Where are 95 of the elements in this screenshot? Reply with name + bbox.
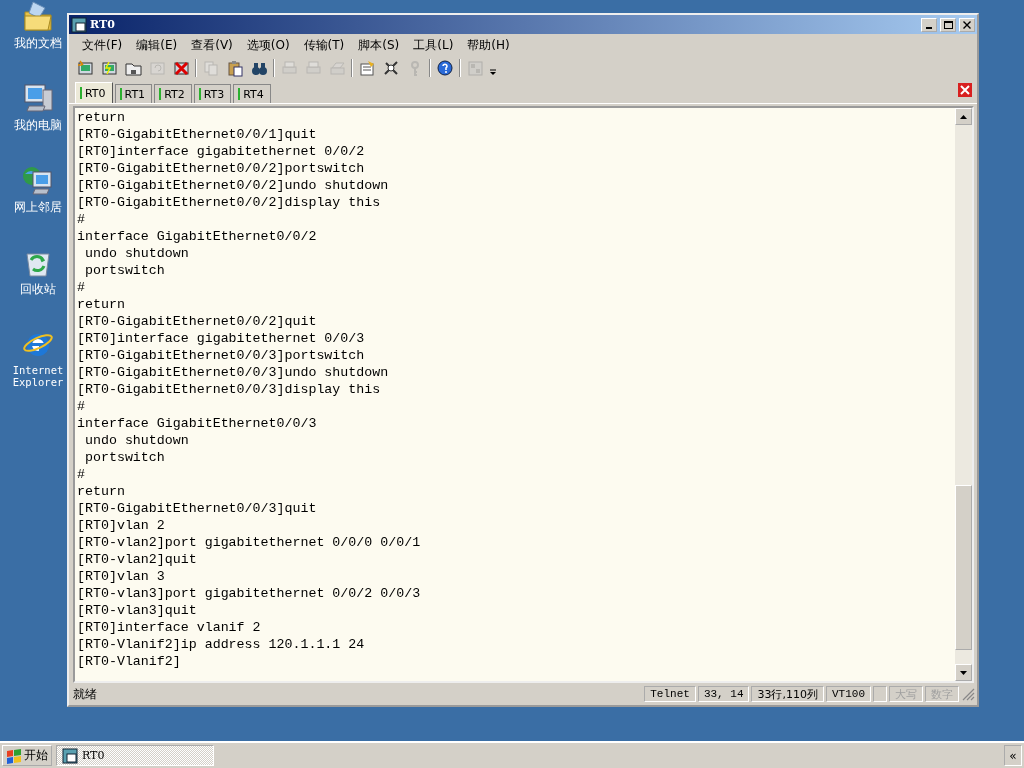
maximize-button[interactable] [940, 17, 956, 32]
scroll-down-button[interactable] [955, 664, 972, 681]
terminal-line: [RT0-GigabitEthernet0/0/3]undo shutdown [77, 364, 390, 381]
printer-icon [328, 59, 346, 77]
terminal-line: return [77, 296, 126, 313]
folder-icon[interactable] [21, 0, 55, 34]
menu-item[interactable]: 查看(V) [184, 36, 240, 54]
window-title: RT0 [90, 18, 116, 31]
tab[interactable]: RT4 [233, 84, 271, 103]
terminal-line: undo shutdown [83, 245, 190, 262]
desktop-icon-label[interactable]: Internet Explorer [12, 364, 64, 388]
terminal-line: undo shutdown [83, 432, 190, 449]
terminal-line: [RT0]vlan 3 [77, 568, 166, 585]
menu-item[interactable]: 工具(L) [406, 36, 461, 54]
show-tray-button[interactable]: « [1004, 745, 1022, 766]
menu-item[interactable]: 传输(T) [296, 36, 352, 54]
terminal-line: [RT0-Vlanif2] [77, 653, 182, 670]
tools-icon [382, 59, 400, 77]
terminal-line: # [77, 211, 86, 228]
terminal-line: [RT0-GigabitEthernet0/0/3]quit [77, 500, 318, 517]
properties-icon [358, 59, 376, 77]
desktop-icon-label[interactable]: 回收站 [20, 282, 56, 296]
close-tab-icon[interactable] [958, 83, 972, 97]
terminal-line: [RT0-GigabitEthernet0/0/2]portswitch [77, 160, 366, 177]
terminal-line: [RT0-GigabitEthernet0/0/3]portswitch [77, 347, 366, 364]
desktop-icon-label[interactable]: 我的电脑 [14, 118, 62, 132]
status-panel: 33行,110列 [751, 686, 824, 702]
close-icon [963, 20, 971, 29]
desktop-icon-label[interactable]: 网上邻居 [14, 200, 62, 214]
vertical-scrollbar[interactable] [955, 108, 972, 681]
menu-item[interactable]: 脚本(S) [351, 36, 407, 54]
status-panel [873, 686, 887, 702]
terminal-line: [RT0-vlan3]quit [77, 602, 198, 619]
windows-flag-icon [6, 747, 22, 764]
terminal-line: [RT0-Vlanif2]ip address 120.1.1.1 24 [77, 636, 366, 653]
terminal-line: return [77, 483, 126, 500]
tab[interactable]: RT0 [75, 82, 113, 103]
printer-icon [280, 59, 298, 77]
terminal-line: [RT0-vlan2]port gigabitethernet 0/0/0 0/0/1 [77, 534, 422, 551]
minimize-icon [926, 26, 932, 29]
up-arrow-icon [960, 114, 967, 119]
terminal-line: # [77, 279, 86, 296]
app-icon [62, 747, 78, 764]
terminal-line: [RT0-GigabitEthernet0/0/2]display this [77, 194, 382, 211]
tab[interactable]: RT1 [114, 84, 153, 103]
menu-item[interactable]: 文件(F) [75, 36, 130, 54]
network-computer-icon[interactable] [21, 164, 55, 198]
maximize-icon [943, 20, 953, 29]
terminal-line: # [77, 398, 86, 415]
status-panel: 33, 14 [697, 686, 750, 702]
terminal-line: [RT0-GigabitEthernet0/0/3]display this [77, 381, 382, 398]
disconnect-icon [172, 59, 190, 77]
terminal-line: portswitch [83, 449, 166, 466]
status-panel: VT100 [826, 686, 871, 702]
tab[interactable]: RT3 [193, 84, 232, 103]
menu-item[interactable]: 编辑(E) [129, 36, 185, 54]
tab[interactable]: RT2 [154, 84, 192, 103]
menu-item[interactable]: 帮助(H) [460, 36, 517, 54]
terminal-line: [RT0-vlan3]port gigabitethernet 0/0/2 0/0/3 [77, 585, 422, 602]
terminal-line: [RT0-vlan2]quit [77, 551, 198, 568]
printer-icon [304, 59, 322, 77]
terminal-line: return [77, 109, 126, 126]
terminal-line: [RT0]interface gigabitethernet 0/0/3 [77, 330, 366, 347]
desktop-icon-label[interactable]: 我的文档 [14, 36, 62, 50]
scroll-thumb[interactable] [955, 485, 972, 650]
terminal-line: [RT0-GigabitEthernet0/0/2]quit [77, 313, 318, 330]
connect-icon [100, 59, 118, 77]
help-icon [436, 59, 454, 77]
keymap-icon [466, 59, 484, 77]
new-session-icon [76, 59, 94, 77]
terminal-line: portswitch [83, 262, 166, 279]
terminal-line: [RT0]interface vlanif 2 [77, 619, 262, 636]
down-arrow-icon [960, 670, 967, 675]
toolbar-button[interactable] [435, 58, 455, 78]
menu-item[interactable]: 选项(O) [239, 36, 297, 54]
status-panel: Telnet [644, 686, 696, 702]
status-message: 就绪 [73, 685, 98, 703]
resize-grip-icon[interactable] [961, 687, 975, 701]
paste-icon [226, 59, 244, 77]
terminal-line: [RT0-GigabitEthernet0/0/1]quit [77, 126, 318, 143]
terminal-line: interface GigabitEthernet0/0/3 [77, 415, 318, 432]
scroll-up-button[interactable] [955, 108, 972, 125]
terminal-line: [RT0]interface gigabitethernet 0/0/2 [77, 143, 366, 160]
terminal-line: interface GigabitEthernet0/0/2 [77, 228, 318, 245]
terminal-line: # [77, 466, 86, 483]
start-button[interactable]: 开始 [2, 745, 52, 766]
app-icon [71, 16, 87, 33]
minimize-button[interactable] [921, 17, 937, 32]
reconnect-icon [148, 59, 166, 77]
close-button[interactable] [959, 17, 975, 32]
taskbar-button[interactable]: RT0 [56, 745, 214, 766]
terminal-line: [RT0]vlan 2 [77, 517, 166, 534]
copy-icon [202, 59, 220, 77]
terminal-line: [RT0-GigabitEthernet0/0/2]undo shutdown [77, 177, 390, 194]
toolbar-button[interactable] [225, 58, 245, 78]
